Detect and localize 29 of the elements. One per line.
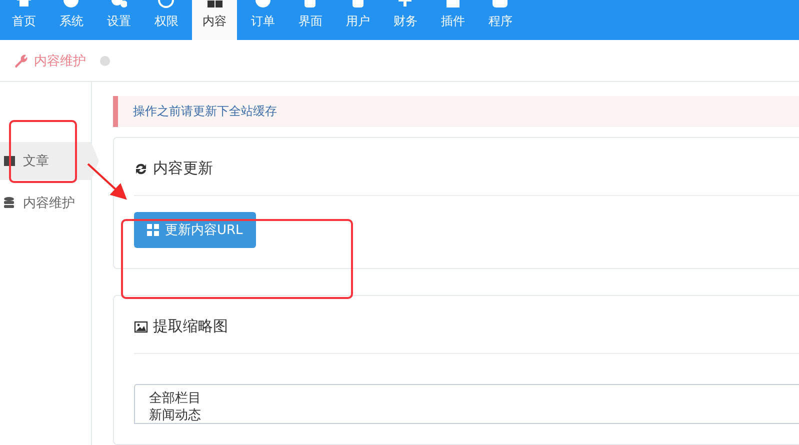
nav-tab[interactable]: 权限 — [142, 0, 190, 40]
panel-title: 提取缩略图 — [153, 317, 228, 336]
nav-tab[interactable]: 程序 — [476, 0, 524, 40]
update-url-button[interactable]: 更新内容URL — [134, 212, 256, 248]
annotation-arrow — [87, 163, 127, 200]
status-dot — [100, 56, 110, 66]
panel-title: 内容更新 — [153, 159, 213, 178]
book-icon — [3, 154, 15, 168]
refresh-icon — [134, 162, 148, 176]
list-option[interactable]: 新闻动态 — [149, 407, 785, 423]
nav-tab[interactable]: 插件 — [429, 0, 476, 40]
alert-text: 操作之前请更新下全站缓存 — [133, 103, 277, 120]
category-list[interactable]: 全部栏目 新闻动态 — [134, 384, 799, 424]
nav-tab[interactable]: 首页 — [0, 0, 48, 40]
nav-tab[interactable]: 财务 — [382, 0, 429, 40]
grid-icon — [147, 224, 159, 236]
nav-tab[interactable]: 内容 — [192, 0, 237, 40]
wrench-icon — [14, 54, 28, 68]
nav-tab[interactable]: 界面 — [286, 0, 334, 40]
nav-tab[interactable]: 系统 — [48, 0, 95, 40]
page-title: 内容维护 — [34, 52, 86, 70]
list-option[interactable]: 全部栏目 — [149, 390, 785, 407]
image-icon — [134, 320, 148, 334]
sidebar-item[interactable]: 内容维护 — [0, 184, 91, 222]
nav-tab[interactable]: 订单 — [239, 0, 286, 40]
annotation-box — [9, 120, 77, 183]
nav-tab[interactable]: 设置 — [95, 0, 142, 40]
nav-tab[interactable]: 用户 — [334, 0, 382, 40]
database-icon — [3, 196, 15, 210]
